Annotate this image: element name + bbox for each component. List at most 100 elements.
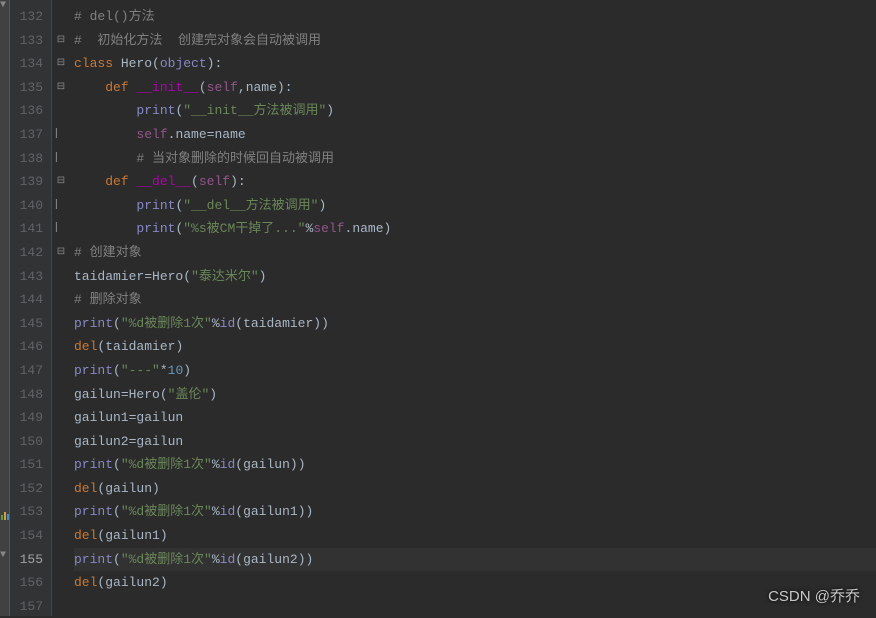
token-string: "%d被删除1次" bbox=[121, 316, 212, 331]
fold-marker[interactable]: ⎸ bbox=[52, 194, 70, 218]
code-line[interactable]: taidamier=Hero("泰达米尔") bbox=[74, 265, 876, 289]
code-line[interactable]: gailun=Hero("盖伦") bbox=[74, 383, 876, 407]
code-line[interactable]: gailun1=gailun bbox=[74, 406, 876, 430]
fold-marker[interactable] bbox=[52, 548, 70, 572]
token-op: % bbox=[212, 316, 220, 331]
fold-marker[interactable] bbox=[52, 312, 70, 336]
line-number[interactable]: 149 bbox=[14, 406, 43, 430]
token-ident: Hero bbox=[121, 56, 152, 71]
fold-marker[interactable] bbox=[52, 383, 70, 407]
fold-marker[interactable] bbox=[52, 288, 70, 312]
fold-marker[interactable] bbox=[52, 406, 70, 430]
line-number[interactable]: 138 bbox=[14, 147, 43, 171]
fold-marker[interactable] bbox=[52, 571, 70, 595]
line-number[interactable]: 139 bbox=[14, 170, 43, 194]
fold-marker[interactable] bbox=[52, 335, 70, 359]
code-line[interactable]: def __init__(self,name): bbox=[74, 76, 876, 100]
line-number[interactable]: 150 bbox=[14, 430, 43, 454]
code-line[interactable]: # del()方法 bbox=[74, 5, 876, 29]
token-dunder: __init__ bbox=[136, 80, 198, 95]
line-number-gutter[interactable]: 1321331341351361371381391401411421431441… bbox=[10, 0, 52, 616]
code-area[interactable]: # del()方法# 初始化方法 创建完对象会自动被调用class Hero(o… bbox=[70, 0, 876, 616]
code-line[interactable]: del(gailun2) bbox=[74, 571, 876, 595]
line-number[interactable]: 142 bbox=[14, 241, 43, 265]
fold-marker[interactable]: ⊟ bbox=[52, 170, 70, 194]
gutter-triangle-icon: ▼ bbox=[0, 0, 6, 11]
code-line[interactable]: del(taidamier) bbox=[74, 335, 876, 359]
fold-marker[interactable] bbox=[52, 477, 70, 501]
fold-marker[interactable]: ⊟ bbox=[52, 241, 70, 265]
fold-marker[interactable] bbox=[52, 500, 70, 524]
line-number[interactable]: 132 bbox=[14, 5, 43, 29]
token-ident: name bbox=[175, 127, 206, 142]
line-number[interactable]: 137 bbox=[14, 123, 43, 147]
fold-marker[interactable]: ⊟ bbox=[52, 76, 70, 100]
code-line[interactable]: print("__init__方法被调用") bbox=[74, 99, 876, 123]
line-number[interactable]: 152 bbox=[14, 477, 43, 501]
fold-marker[interactable] bbox=[52, 265, 70, 289]
line-number[interactable]: 134 bbox=[14, 52, 43, 76]
line-number[interactable]: 153 bbox=[14, 500, 43, 524]
fold-marker[interactable] bbox=[52, 359, 70, 383]
fold-marker[interactable]: ⎸ bbox=[52, 217, 70, 241]
code-line[interactable]: print("%d被删除1次"%id(gailun1)) bbox=[74, 500, 876, 524]
code-line[interactable]: # 创建对象 bbox=[74, 241, 876, 265]
code-line[interactable]: print("---"*10) bbox=[74, 359, 876, 383]
fold-marker[interactable] bbox=[52, 524, 70, 548]
line-number[interactable]: 157 bbox=[14, 595, 43, 618]
code-line[interactable]: gailun2=gailun bbox=[74, 430, 876, 454]
token-paren: ) bbox=[259, 269, 267, 284]
fold-gutter[interactable]: ⊟⊟⊟⎸⎸⊟⎸⎸⊟ bbox=[52, 0, 70, 616]
token-paren: ( bbox=[183, 269, 191, 284]
fold-marker[interactable]: ⎸ bbox=[52, 147, 70, 171]
code-line[interactable]: class Hero(object): bbox=[74, 52, 876, 76]
code-line[interactable]: print("%d被删除1次"%id(gailun2)) bbox=[74, 548, 876, 572]
gutter-triangle-icon: ▼ bbox=[0, 550, 6, 561]
line-number[interactable]: 136 bbox=[14, 99, 43, 123]
line-number[interactable]: 154 bbox=[14, 524, 43, 548]
fold-marker[interactable] bbox=[52, 453, 70, 477]
fold-marker[interactable] bbox=[52, 99, 70, 123]
line-number[interactable]: 135 bbox=[14, 76, 43, 100]
code-line[interactable]: print("__del__方法被调用") bbox=[74, 194, 876, 218]
code-line[interactable]: # 当对象删除的时候回自动被调用 bbox=[74, 147, 876, 171]
line-number[interactable]: 151 bbox=[14, 453, 43, 477]
token-paren: ( bbox=[113, 316, 121, 331]
line-number[interactable]: 133 bbox=[14, 29, 43, 53]
fold-marker[interactable] bbox=[52, 5, 70, 29]
token-ident: name bbox=[352, 221, 383, 236]
fold-marker[interactable]: ⊟ bbox=[52, 52, 70, 76]
line-number[interactable]: 141 bbox=[14, 217, 43, 241]
code-editor[interactable]: ▼▼ 1321331341351361371381391401411421431… bbox=[0, 0, 876, 616]
fold-marker[interactable]: ⎸ bbox=[52, 123, 70, 147]
fold-marker[interactable] bbox=[52, 430, 70, 454]
line-number[interactable]: 145 bbox=[14, 312, 43, 336]
line-number[interactable]: 146 bbox=[14, 335, 43, 359]
code-line[interactable]: del(gailun) bbox=[74, 477, 876, 501]
token-number: 10 bbox=[168, 363, 184, 378]
code-line[interactable] bbox=[74, 595, 876, 618]
code-line[interactable]: # 删除对象 bbox=[74, 288, 876, 312]
line-number[interactable]: 143 bbox=[14, 265, 43, 289]
token-keyword: del bbox=[74, 528, 97, 543]
code-line[interactable]: del(gailun1) bbox=[74, 524, 876, 548]
code-line[interactable]: print("%d被删除1次"%id(gailun)) bbox=[74, 453, 876, 477]
code-line[interactable]: # 初始化方法 创建完对象会自动被调用 bbox=[74, 29, 876, 53]
code-line[interactable]: def __del__(self): bbox=[74, 170, 876, 194]
fold-marker[interactable]: ⊟ bbox=[52, 29, 70, 53]
token-ident: taidamier bbox=[243, 316, 313, 331]
line-number[interactable]: 140 bbox=[14, 194, 43, 218]
token-ident: gailun bbox=[105, 481, 152, 496]
token-ident: gailun1 bbox=[105, 528, 160, 543]
token-op: % bbox=[212, 504, 220, 519]
line-number[interactable]: 147 bbox=[14, 359, 43, 383]
code-line[interactable]: print("%d被删除1次"%id(taidamier)) bbox=[74, 312, 876, 336]
fold-marker[interactable] bbox=[52, 595, 70, 618]
line-number[interactable]: 148 bbox=[14, 383, 43, 407]
code-line[interactable]: print("%s被CM干掉了..."%self.name) bbox=[74, 217, 876, 241]
line-number[interactable]: 144 bbox=[14, 288, 43, 312]
code-line[interactable]: self.name=name bbox=[74, 123, 876, 147]
line-number[interactable]: 156 bbox=[14, 571, 43, 595]
line-number[interactable]: 155 bbox=[14, 548, 43, 572]
token-paren: ) bbox=[306, 504, 314, 519]
